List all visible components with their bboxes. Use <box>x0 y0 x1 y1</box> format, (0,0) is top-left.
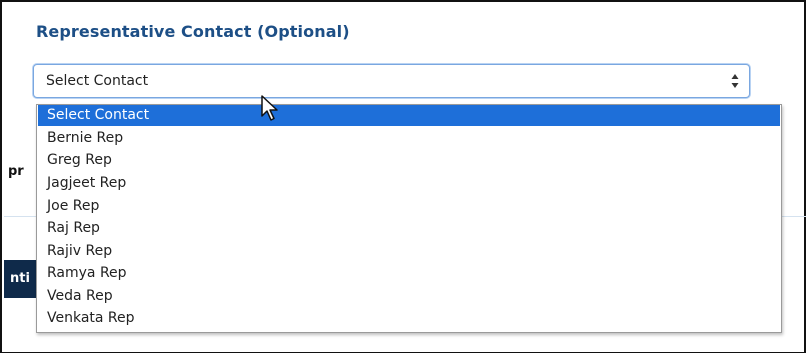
select-value: Select Contact <box>46 73 149 89</box>
dropdown-option-ramya-rep[interactable]: Ramya Rep <box>38 263 780 284</box>
dropdown-option-greg-rep[interactable]: Greg Rep <box>38 150 780 171</box>
page-frame: Representative Contact (Optional) Select… <box>0 0 806 353</box>
section-title: Representative Contact (Optional) <box>36 22 350 41</box>
dropdown-option-jagjeet-rep[interactable]: Jagjeet Rep <box>38 173 780 194</box>
continue-button-label: nti <box>10 271 30 286</box>
continue-button[interactable]: nti <box>4 260 38 298</box>
dropdown-option-bernie-rep[interactable]: Bernie Rep <box>38 128 780 149</box>
dropdown-option-raj-rep[interactable]: Raj Rep <box>38 218 780 239</box>
mouse-pointer-icon <box>261 95 278 121</box>
contact-dropdown-list: Select Contact Bernie Rep Greg Rep Jagje… <box>36 104 782 333</box>
up-down-arrows-icon <box>731 74 739 88</box>
dropdown-option-venkata-rep[interactable]: Venkata Rep <box>38 308 780 329</box>
obscured-label: pr <box>8 164 24 179</box>
contact-select[interactable]: Select Contact <box>33 64 750 98</box>
dropdown-option-rajiv-rep[interactable]: Rajiv Rep <box>38 241 780 262</box>
dropdown-option-select-contact[interactable]: Select Contact <box>38 105 780 126</box>
dropdown-option-veda-rep[interactable]: Veda Rep <box>38 286 780 307</box>
dropdown-option-joe-rep[interactable]: Joe Rep <box>38 196 780 217</box>
